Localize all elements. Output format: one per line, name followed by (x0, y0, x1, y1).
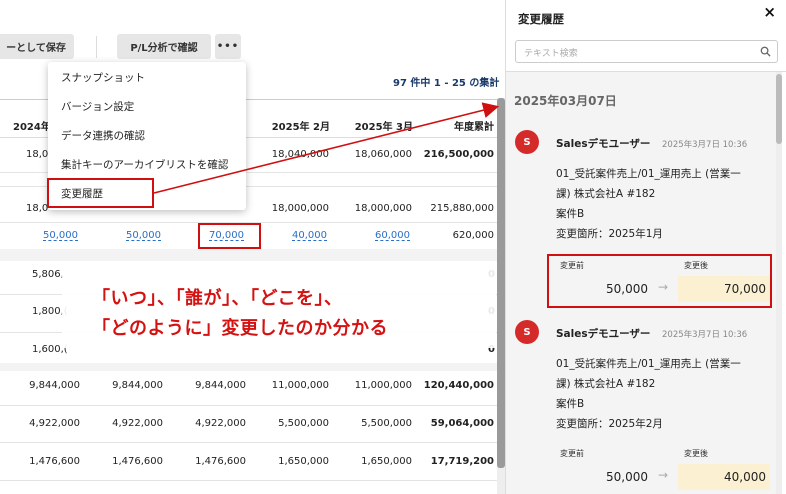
entry-account: 01_受託案件売上/01_運用売上 (営業一 (556, 168, 741, 180)
before-value: 50,000 (606, 470, 648, 484)
entry-account-cont: 課) 株式会社A #182 (556, 188, 656, 200)
arrow-right-icon: → (658, 468, 669, 482)
table-cell: 11,000,000 (354, 380, 412, 391)
search-input[interactable] (516, 43, 746, 65)
table-cell: 18,0 (26, 149, 49, 160)
editable-cell[interactable]: 60,000 (352, 230, 410, 241)
editable-cell[interactable]: 50,000 (20, 230, 78, 241)
menu-item-data-sync[interactable]: データ連携の確認 (61, 128, 145, 143)
menu-highlight-box (47, 178, 154, 208)
table-cell: 11,000,000 (271, 380, 329, 391)
table-cell: 4,922,000 (29, 418, 80, 429)
menu-item-snapshot[interactable]: スナップショット (61, 70, 145, 85)
search-field[interactable] (515, 40, 778, 65)
editable-cell[interactable]: 40,000 (269, 230, 327, 241)
more-options-button[interactable]: ••• (215, 34, 241, 59)
table-cell: 1,650,000 (278, 456, 329, 467)
table-cell: 9,844,000 (29, 380, 80, 391)
entry-account-cont: 課) 株式会社A #182 (556, 378, 656, 390)
editable-cell[interactable]: 50,000 (103, 230, 161, 241)
result-count: 97 件中 1 - 25 の集計 (393, 78, 500, 89)
entry-changed-field: 変更箇所：2025年1月 (556, 228, 663, 240)
entry-project: 案件B (556, 398, 585, 410)
table-cell: 1,650,000 (361, 456, 412, 467)
header-2025-mar: 2025年 3月 (354, 122, 413, 133)
save-as-button[interactable]: ーとして保存 (0, 34, 74, 59)
table-cell: 4,922,000 (112, 418, 163, 429)
entry-account: 01_受託案件売上/01_運用売上 (営業一 (556, 358, 741, 370)
annotation-line-1: 「いつ」、「誰が」、「どこを」、 (92, 288, 343, 309)
table-cell: 5,500,000 (361, 418, 412, 429)
annotation-line-2: 「どのように」変更したのか分かる (92, 318, 388, 339)
avatar: S (515, 130, 539, 154)
header-ytd: 年度累計 (454, 122, 494, 133)
row-divider (0, 480, 497, 481)
row-divider (0, 405, 497, 406)
entry-project: 案件B (556, 208, 585, 220)
table-cell: 18,060,000 (354, 149, 412, 160)
table-cell: 1,476,600 (29, 456, 80, 467)
table-cell: 4,922,000 (195, 418, 246, 429)
menu-item-version-settings[interactable]: バージョン設定 (61, 99, 134, 114)
table-cell: 5,500,000 (278, 418, 329, 429)
entry-timestamp: 2025年3月7日 10:36 (662, 140, 748, 150)
table-cell: 215,880,000 (430, 203, 494, 214)
change-history-panel: 変更履歴 × 2025年03月07日 S Salesデモユーザー 2025年3月… (505, 0, 786, 494)
table-cell: 620,000 (452, 230, 494, 241)
table-cell: 59,064,000 (430, 418, 494, 429)
table-cell: 1,476,600 (112, 456, 163, 467)
panel-scrollbar-thumb[interactable] (776, 74, 782, 144)
table-cell: 18,000,000 (354, 203, 412, 214)
search-icon[interactable] (760, 46, 771, 57)
table-cell: 120,440,000 (423, 380, 494, 391)
table-cell: 18,0 (26, 203, 49, 214)
table-cell: 18,000,000 (271, 203, 329, 214)
toolbar-divider (96, 36, 97, 58)
close-icon[interactable]: × (763, 3, 776, 21)
after-value: 40,000 (678, 464, 770, 490)
entry-user: Salesデモユーザー (556, 328, 651, 340)
table-cell: 18,040,000 (271, 149, 329, 160)
table-cell: 5,806, (32, 269, 64, 280)
avatar: S (515, 320, 539, 344)
section-gap (0, 249, 497, 261)
cell-highlight-box (198, 223, 261, 249)
change-values: 変更前 変更後 50,000 → 40,000 (550, 444, 774, 494)
pl-analysis-button[interactable]: P/L分析で確認 (117, 34, 211, 59)
table-cell: 9,844,000 (112, 380, 163, 391)
change-highlight-box (547, 254, 772, 308)
date-heading: 2025年03月07日 (514, 94, 617, 108)
panel-title: 変更履歴 (518, 12, 564, 26)
row-divider (0, 442, 497, 443)
table-scrollbar-thumb[interactable] (497, 98, 505, 468)
table-cell: 9,844,000 (195, 380, 246, 391)
section-gap (0, 363, 497, 371)
table-cell: 216,500,000 (423, 149, 494, 160)
table-cell: 1,476,600 (195, 456, 246, 467)
menu-item-archive-list[interactable]: 集計キーのアーカイブリストを確認 (61, 157, 228, 172)
entry-timestamp: 2025年3月7日 10:36 (662, 330, 748, 340)
header-2025-feb: 2025年 2月 (271, 122, 330, 133)
after-label: 変更後 (684, 449, 708, 458)
table-cell: 17,719,200 (430, 456, 494, 467)
header-2024: 2024年 (13, 122, 51, 133)
entry-user: Salesデモユーザー (556, 138, 651, 150)
entry-changed-field: 変更箇所：2025年2月 (556, 418, 663, 430)
before-label: 変更前 (560, 449, 584, 458)
